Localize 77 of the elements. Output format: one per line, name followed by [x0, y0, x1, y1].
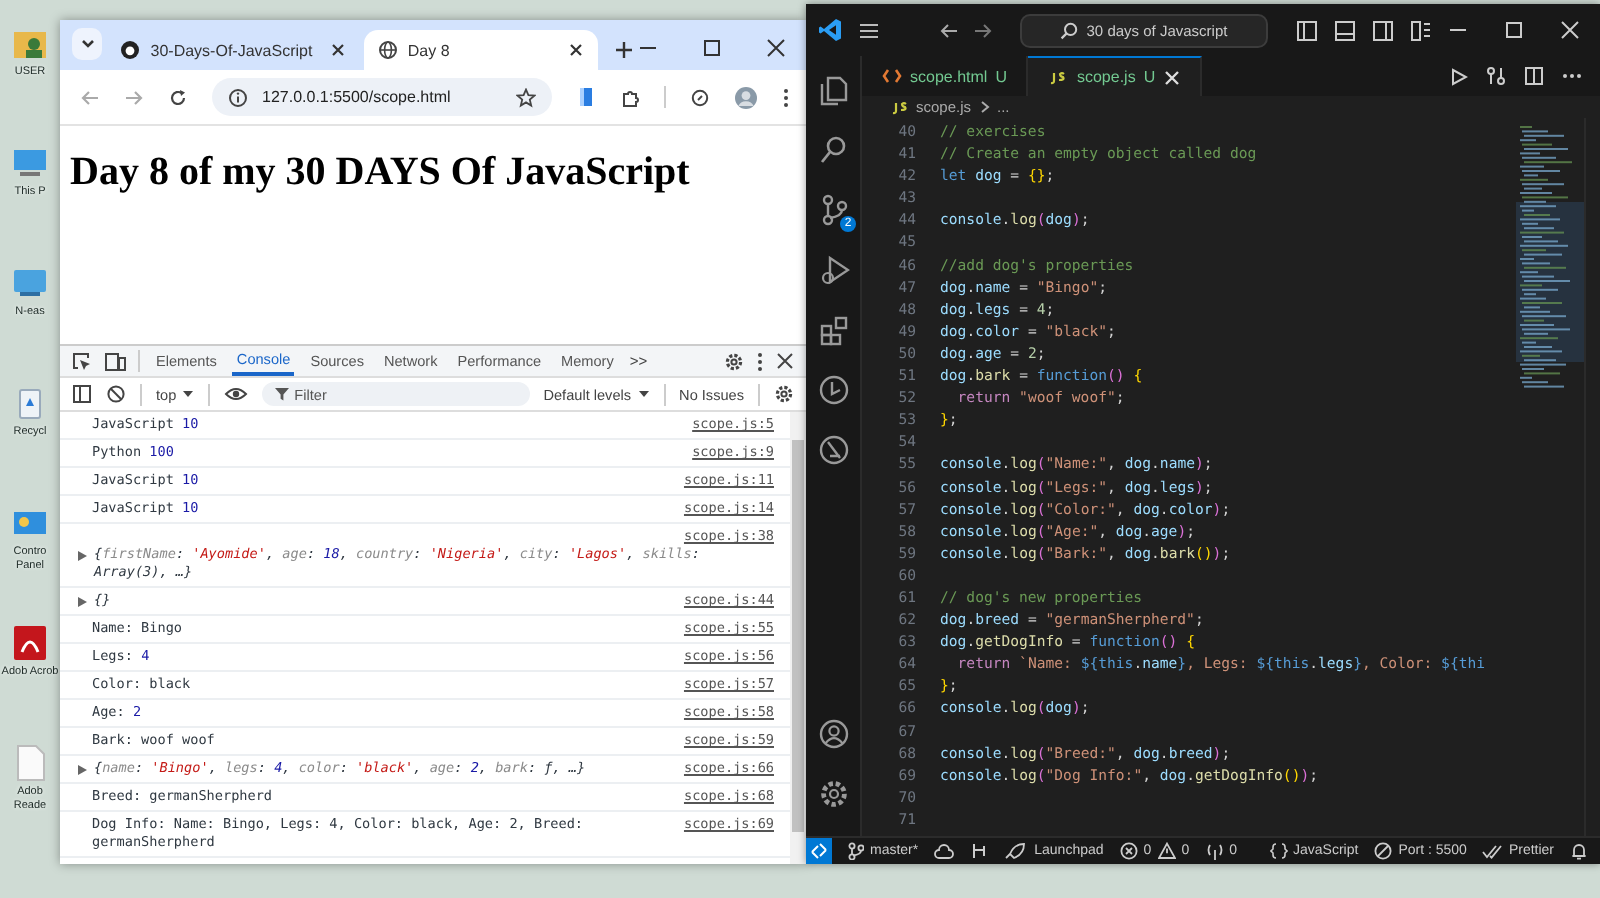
menu-icon[interactable] [858, 21, 880, 39]
inspect-icon[interactable] [72, 351, 92, 371]
cloud-sync-icon[interactable] [934, 843, 955, 859]
address-field[interactable]: 127.0.0.1:5500/scope.html [212, 78, 552, 116]
layout-toggle-icon[interactable] [1296, 19, 1318, 41]
extensions-icon[interactable] [817, 314, 849, 346]
close-icon[interactable] [776, 352, 794, 370]
globe-icon [377, 40, 398, 60]
caret-icon [637, 388, 650, 400]
bell-icon[interactable] [1570, 842, 1588, 860]
remote-icon [810, 842, 828, 860]
browser-tab[interactable]: 30-Days-Of-JavaScript [106, 30, 360, 70]
reload-icon[interactable] [168, 87, 188, 107]
layout-toggle-icon[interactable] [1410, 19, 1432, 41]
clear-console-icon[interactable] [106, 384, 126, 404]
compare-changes-icon[interactable] [1486, 66, 1506, 86]
html-file-icon [882, 66, 902, 86]
new-tab-icon[interactable] [614, 40, 634, 60]
computer-icon[interactable] [10, 144, 50, 182]
device-toolbar-icon[interactable] [104, 351, 126, 371]
source-control-icon[interactable] [817, 194, 849, 226]
pdf-icon[interactable] [10, 624, 50, 662]
star-icon[interactable] [516, 87, 536, 107]
eye-icon[interactable] [224, 384, 249, 404]
avatar-icon[interactable] [734, 85, 758, 109]
filter-icon [274, 386, 291, 402]
tab-search-button[interactable] [72, 28, 103, 60]
scrollbar[interactable] [790, 412, 806, 864]
settings-icon[interactable] [774, 384, 794, 404]
more-actions-icon[interactable] [1562, 72, 1582, 80]
branch-icon [848, 842, 864, 860]
document-icon[interactable] [576, 86, 596, 108]
close-icon[interactable] [766, 38, 786, 58]
browser-tab[interactable]: Day 8 [363, 30, 598, 70]
remote-button[interactable] [806, 838, 832, 864]
info-icon[interactable] [228, 87, 248, 107]
double-check-icon [1482, 843, 1503, 859]
no-sign-icon [1374, 842, 1393, 860]
caret-icon [182, 388, 195, 400]
editor-tab[interactable]: scope.js U [1028, 56, 1202, 96]
account-icon[interactable] [817, 718, 849, 750]
run-debug-icon[interactable] [817, 254, 849, 286]
close-icon[interactable] [568, 42, 584, 58]
antenna-icon [1205, 842, 1224, 860]
error-icon [1119, 842, 1138, 860]
warning-icon [1157, 842, 1176, 860]
layout-toggle-icon[interactable] [1334, 19, 1356, 41]
expand-triangle-icon[interactable] [76, 764, 88, 776]
maximize-icon[interactable] [702, 38, 722, 58]
network-icon[interactable] [10, 264, 50, 302]
github-icon [120, 40, 141, 60]
menu-icon[interactable] [782, 87, 790, 107]
page-heading: Day 8 of my 30 DAYS Of JavaScript [70, 150, 692, 196]
run-icon[interactable] [1450, 67, 1468, 85]
vscode-logo-icon[interactable] [818, 18, 842, 42]
back-icon[interactable] [940, 21, 958, 39]
menu-icon[interactable] [756, 351, 764, 371]
timeline-icon[interactable] [817, 374, 849, 406]
sidebar-icon[interactable] [72, 384, 92, 404]
layout-toggle-icon[interactable] [1372, 19, 1394, 41]
close-icon[interactable] [329, 42, 346, 58]
search-icon [1060, 21, 1079, 39]
settings-icon[interactable] [817, 778, 849, 810]
puzzle-icon[interactable] [620, 87, 640, 107]
caret-icon [79, 36, 96, 52]
expand-triangle-icon[interactable] [76, 596, 88, 608]
split-editor-icon[interactable] [1524, 66, 1544, 86]
search-icon[interactable] [817, 134, 849, 166]
braces-icon [1269, 842, 1287, 860]
settings-icon[interactable] [724, 351, 744, 371]
js-file-icon [890, 97, 910, 117]
expand-triangle-icon[interactable] [76, 550, 88, 562]
forward-icon[interactable] [974, 21, 992, 39]
chevron-icon [979, 100, 990, 114]
explorer-icon[interactable] [817, 74, 849, 106]
js-file-icon [1048, 67, 1069, 87]
rocket-icon [1004, 842, 1029, 860]
